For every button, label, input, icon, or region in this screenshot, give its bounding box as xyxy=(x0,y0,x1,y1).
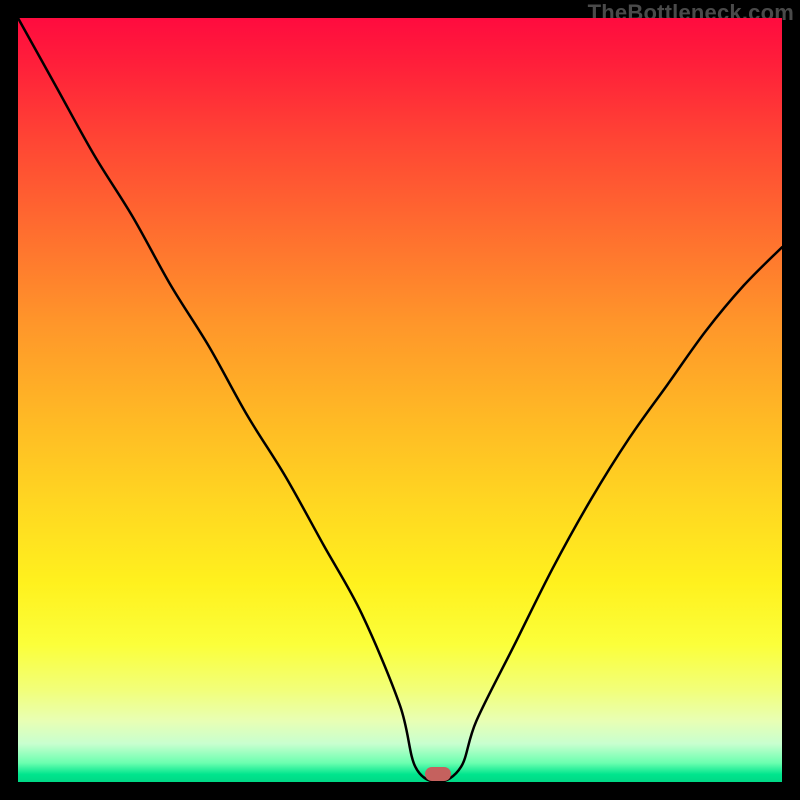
chart-frame: TheBottleneck.com xyxy=(0,0,800,800)
optimal-point-marker xyxy=(425,767,451,781)
chart-plot-area xyxy=(18,18,782,782)
bottleneck-curve xyxy=(18,18,782,782)
